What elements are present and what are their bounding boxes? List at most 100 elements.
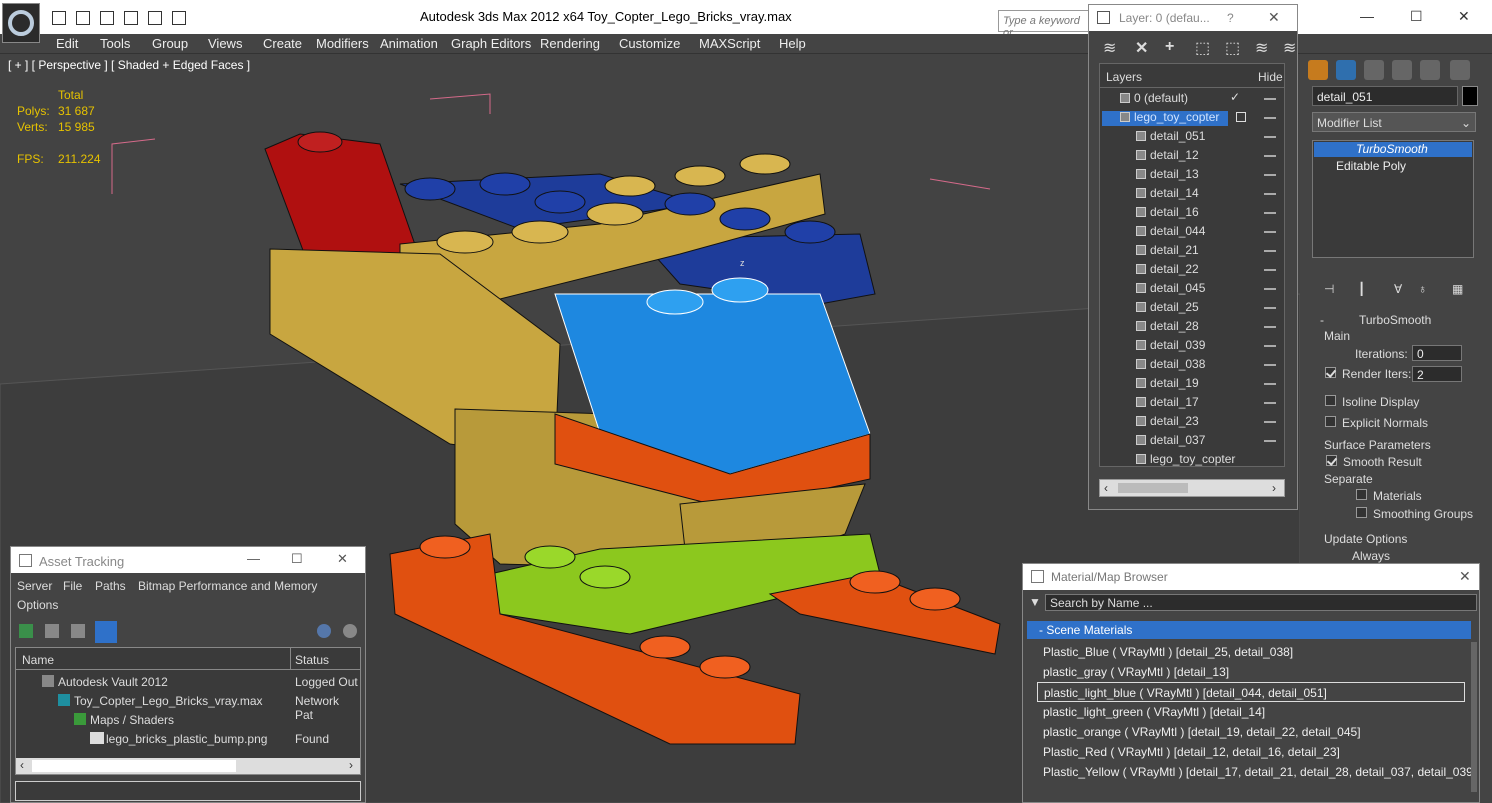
highlight-layer-icon[interactable]: ⬚: [1225, 38, 1243, 57]
delete-layer-icon[interactable]: ✕: [1135, 38, 1153, 57]
table-row[interactable]: Toy_Copter_Lego_Bricks_vray.max Network P…: [16, 691, 360, 722]
asset-menu-bitmap-performance[interactable]: Bitmap Performance and Memory: [138, 579, 317, 593]
modify-tab-icon[interactable]: [1336, 60, 1356, 80]
hide-toggle[interactable]: [1264, 269, 1276, 271]
show-end-result-icon[interactable]: ┃: [1358, 282, 1365, 296]
utilities-tab-icon[interactable]: [1450, 60, 1470, 80]
asset-menu-options[interactable]: Options: [17, 598, 58, 612]
material-vertical-scrollbar[interactable]: [1471, 642, 1477, 792]
layer-row[interactable]: detail_045: [1100, 279, 1286, 298]
chevron-left-icon[interactable]: ‹: [20, 758, 24, 772]
refresh-icon[interactable]: [19, 624, 33, 638]
rollout-title[interactable]: TurboSmooth: [1359, 313, 1431, 327]
hide-toggle[interactable]: [1264, 307, 1276, 309]
hide-toggle[interactable]: [1264, 288, 1276, 290]
menu-modifiers[interactable]: Modifiers: [316, 36, 369, 51]
hide-toggle[interactable]: [1264, 174, 1276, 176]
maximize-icon[interactable]: ☐: [1410, 8, 1423, 25]
layer-row[interactable]: detail_14: [1100, 184, 1286, 203]
remove-modifier-icon[interactable]: ♁: [1418, 282, 1427, 296]
viewport-label[interactable]: [ + ] [ Perspective ] [ Shaded + Edged F…: [8, 58, 250, 72]
menu-help[interactable]: Help: [779, 36, 806, 51]
layer-row[interactable]: 0 (default) ✓: [1100, 89, 1286, 108]
table-row[interactable]: lego_bricks_plastic_bump.png Found: [16, 729, 360, 748]
layer-row[interactable]: detail_25: [1100, 298, 1286, 317]
stack-item-editable-poly[interactable]: Editable Poly: [1314, 159, 1472, 174]
table-view-icon[interactable]: [95, 621, 117, 643]
layer-row[interactable]: detail_038: [1100, 355, 1286, 374]
column-status[interactable]: Status: [295, 653, 329, 667]
close-icon[interactable]: ✕: [1459, 568, 1471, 585]
make-unique-icon[interactable]: ∀: [1394, 282, 1402, 296]
pin-stack-icon[interactable]: ⊣: [1324, 282, 1334, 296]
browser-options-icon[interactable]: ▼: [1029, 595, 1041, 609]
smooth-result-checkbox[interactable]: [1326, 455, 1337, 466]
hide-toggle[interactable]: [1264, 402, 1276, 404]
hide-toggle[interactable]: [1264, 326, 1276, 328]
help-icon[interactable]: [317, 624, 331, 638]
undo-icon[interactable]: [100, 11, 114, 25]
hold-icon[interactable]: [148, 11, 162, 25]
asset-menu-file[interactable]: File: [63, 579, 82, 593]
object-name-field[interactable]: detail_051: [1312, 86, 1458, 106]
hide-toggle[interactable]: [1264, 155, 1276, 157]
hide-toggle[interactable]: [1264, 364, 1276, 366]
hide-toggle[interactable]: [1264, 136, 1276, 138]
hide-toggle[interactable]: [1264, 117, 1276, 119]
material-row[interactable]: Plastic_Yellow ( VRayMtl ) [detail_17, d…: [1037, 762, 1476, 782]
menu-animation[interactable]: Animation: [380, 36, 438, 51]
layer-row[interactable]: detail_17: [1100, 393, 1286, 412]
hierarchy-tab-icon[interactable]: [1364, 60, 1384, 80]
list-view-icon[interactable]: [45, 624, 59, 638]
new-layer-icon[interactable]: ≋: [1103, 38, 1121, 57]
layer-row[interactable]: detail_16: [1100, 203, 1286, 222]
maximize-icon[interactable]: ☐: [291, 551, 303, 567]
separate-materials-checkbox[interactable]: [1356, 489, 1367, 500]
render-iters-checkbox[interactable]: [1325, 367, 1336, 378]
menu-rendering[interactable]: Rendering: [540, 36, 600, 51]
column-name[interactable]: Name: [22, 653, 54, 667]
hide-toggle[interactable]: [1264, 383, 1276, 385]
table-row[interactable]: Maps / Shaders: [16, 710, 360, 729]
explicit-normals-checkbox[interactable]: [1325, 416, 1336, 427]
close-icon[interactable]: ✕: [337, 551, 348, 567]
asset-menu-paths[interactable]: Paths: [95, 579, 126, 593]
menu-customize[interactable]: Customize: [619, 36, 680, 51]
menu-views[interactable]: Views: [208, 36, 242, 51]
layer-row[interactable]: detail_051: [1100, 127, 1286, 146]
menu-tools[interactable]: Tools: [100, 36, 130, 51]
minimize-icon[interactable]: —: [1360, 8, 1374, 24]
layer-row[interactable]: detail_23: [1100, 412, 1286, 431]
layer-row[interactable]: lego_toy_copter: [1100, 108, 1286, 127]
table-row[interactable]: Autodesk Vault 2012 Logged Out: [16, 672, 360, 691]
fetch-icon[interactable]: [172, 11, 186, 25]
scrollbar-thumb[interactable]: [32, 760, 236, 772]
thumbnail-view-icon[interactable]: [71, 624, 85, 638]
keyword-search-input[interactable]: Type a keyword or: [998, 10, 1092, 39]
display-tab-icon[interactable]: [1420, 60, 1440, 80]
configure-sets-icon[interactable]: ▦: [1452, 282, 1463, 296]
layer-row[interactable]: detail_037: [1100, 431, 1286, 450]
layer-row[interactable]: detail_12: [1100, 146, 1286, 165]
redo-icon[interactable]: [124, 11, 138, 25]
material-search-input[interactable]: Search by Name ...: [1045, 594, 1477, 611]
create-tab-icon[interactable]: [1308, 60, 1328, 80]
app-logo-button[interactable]: [2, 3, 40, 43]
layer-row[interactable]: detail_039: [1100, 336, 1286, 355]
asset-horizontal-scrollbar[interactable]: ‹ ›: [16, 758, 360, 774]
layer-horizontal-scrollbar[interactable]: ‹ ›: [1099, 479, 1285, 497]
open-icon[interactable]: [52, 11, 66, 25]
hide-toggle[interactable]: [1264, 421, 1276, 423]
scene-materials-header[interactable]: - Scene Materials: [1027, 621, 1471, 639]
layer-row[interactable]: lego_toy_copter: [1100, 450, 1286, 469]
asset-menu-server[interactable]: Server: [17, 579, 52, 593]
asset-path-field[interactable]: [15, 781, 361, 801]
object-color-swatch[interactable]: [1462, 86, 1478, 106]
minimize-icon[interactable]: —: [247, 551, 260, 566]
stack-item-turbosmooth[interactable]: TurboSmooth: [1314, 142, 1472, 157]
close-icon[interactable]: ✕: [1268, 9, 1280, 26]
layer-row[interactable]: detail_19: [1100, 374, 1286, 393]
help-icon[interactable]: ?: [1227, 11, 1234, 25]
column-hide[interactable]: Hide: [1258, 70, 1283, 84]
chevron-right-icon[interactable]: ›: [349, 758, 353, 772]
